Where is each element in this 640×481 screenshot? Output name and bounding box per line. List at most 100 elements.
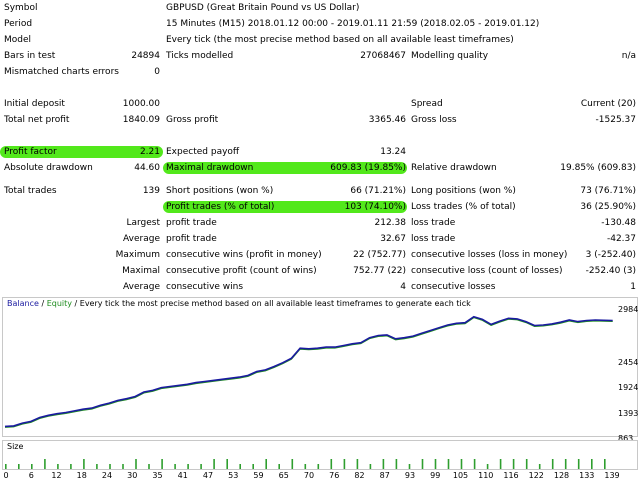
symbol-value: GBPUSD (Great Britain Pound vs US Dollar… xyxy=(166,3,360,13)
maximal-wins-label: consecutive profit (count of wins) xyxy=(166,266,317,276)
maximum-label: Maximum xyxy=(115,250,160,260)
average-profit-value: 32.67 xyxy=(380,234,406,244)
size-bar xyxy=(460,459,463,469)
profit-factor-label: Profit factor xyxy=(4,147,57,157)
absolute-drawdown-label: Absolute drawdown xyxy=(4,163,93,173)
model-value: Every tick (the most precise method base… xyxy=(166,35,514,45)
size-chart-svg xyxy=(5,459,606,469)
size-bar xyxy=(486,464,489,469)
modelling-quality-value: n/a xyxy=(621,51,636,61)
largest-label: Largest xyxy=(126,218,160,228)
size-bar xyxy=(473,459,476,469)
maximum-wins-label: consecutive wins (profit in money) xyxy=(166,250,322,260)
average-loss-value: -42.37 xyxy=(606,234,636,244)
size-bar xyxy=(57,464,59,469)
maximal-drawdown-label: Maximal drawdown xyxy=(166,163,254,173)
size-bar xyxy=(369,464,372,469)
bars-in-test-label: Bars in test xyxy=(4,51,56,61)
size-bar xyxy=(525,459,528,469)
size-bar xyxy=(200,464,202,469)
total-net-profit-value: 1840.09 xyxy=(122,115,160,125)
profit-trades-label: Profit trades (% of total) xyxy=(166,202,275,212)
average-profit-label: profit trade xyxy=(166,234,217,244)
bars-in-test-value: 24894 xyxy=(131,51,160,61)
spread-label: Spread xyxy=(411,99,443,109)
size-bar xyxy=(122,464,124,469)
maximum-losses-label: consecutive losses (loss in money) xyxy=(411,250,568,260)
size-bar xyxy=(148,464,150,469)
y-tick-label: 1393 xyxy=(618,409,639,418)
y-tick-label: 2984 xyxy=(618,305,639,314)
gross-profit-value: 3365.46 xyxy=(368,115,406,125)
size-bar xyxy=(512,459,515,469)
size-bar xyxy=(356,459,359,469)
balance-line xyxy=(4,315,613,428)
loss-trades-label: Loss trades (% of total) xyxy=(411,202,516,212)
spread-value: Current (20) xyxy=(580,99,636,109)
size-bar xyxy=(109,464,111,469)
size-bar xyxy=(382,459,385,469)
maximal-losses-value: -252.40 (3) xyxy=(585,266,636,276)
average-loss-label: loss trade xyxy=(411,234,456,244)
size-bar xyxy=(538,464,541,469)
size-bar xyxy=(226,459,228,469)
largest-profit-value: 212.38 xyxy=(374,218,407,228)
symbol-label: Symbol xyxy=(4,3,38,13)
size-bar xyxy=(44,459,46,469)
equity-line xyxy=(4,317,613,428)
largest-profit-label: profit trade xyxy=(166,218,217,228)
size-bar xyxy=(434,459,437,469)
short-positions-label: Short positions (won %) xyxy=(166,186,274,196)
average-consec-losses-label: consecutive losses xyxy=(411,282,496,292)
average-consec-wins-label: consecutive wins xyxy=(166,282,244,292)
maximal-losses-label: consecutive loss (count of losses) xyxy=(411,266,563,276)
size-bar xyxy=(135,459,137,469)
mismatched-errors-value: 0 xyxy=(154,67,160,77)
size-bar xyxy=(18,464,20,469)
size-bar xyxy=(213,459,215,469)
gross-loss-label: Gross loss xyxy=(411,115,457,125)
size-bar xyxy=(265,459,267,469)
total-trades-value: 139 xyxy=(142,186,160,196)
size-bar xyxy=(83,459,85,469)
size-bar xyxy=(291,459,294,469)
largest-loss-value: -130.48 xyxy=(601,218,636,228)
size-bar xyxy=(239,464,241,469)
expected-payoff-label: Expected payoff xyxy=(166,147,240,157)
size-bar xyxy=(551,459,554,469)
ticks-modelled-label: Ticks modelled xyxy=(166,51,234,61)
average-label: Average xyxy=(123,234,160,244)
largest-loss-label: loss trade xyxy=(411,218,456,228)
maximal-drawdown-value: 609.83 (19.85%) xyxy=(330,163,406,173)
y-tick-label: 1924 xyxy=(618,383,639,392)
average-consec-losses-value: 1 xyxy=(630,282,636,292)
size-bar xyxy=(187,464,189,469)
period-label: Period xyxy=(4,19,33,29)
modelling-quality-label: Modelling quality xyxy=(411,51,489,61)
size-bar xyxy=(317,464,320,469)
size-bar xyxy=(604,459,606,469)
size-bar xyxy=(421,459,424,469)
profit-trades-value: 103 (74.10%) xyxy=(344,202,406,212)
size-bar xyxy=(252,464,254,469)
size-bar xyxy=(408,464,411,469)
relative-drawdown-value: 19.85% (609.83) xyxy=(560,163,636,173)
model-label: Model xyxy=(4,35,32,45)
size-bar xyxy=(278,464,280,469)
period-value: 15 Minutes (M15) 2018.01.12 00:00 - 2019… xyxy=(166,19,540,29)
size-bar xyxy=(304,464,307,469)
balance-graph: Balance / Equity / Every tick the most p… xyxy=(2,297,638,437)
size-bar xyxy=(577,459,580,469)
long-positions-label: Long positions (won %) xyxy=(411,186,516,196)
size-bar xyxy=(591,459,593,469)
size-bar xyxy=(343,459,346,469)
size-bar xyxy=(174,464,176,469)
gross-profit-label: Gross profit xyxy=(166,115,219,125)
long-positions-value: 73 (76.71%) xyxy=(580,186,636,196)
size-bar xyxy=(395,459,398,469)
maximum-wins-value: 22 (752.77) xyxy=(353,250,406,260)
absolute-drawdown-value: 44.60 xyxy=(134,163,160,173)
size-chart: Size xyxy=(2,440,638,470)
ticks-modelled-value: 27068467 xyxy=(360,51,406,61)
gross-loss-value: -1525.37 xyxy=(595,115,636,125)
